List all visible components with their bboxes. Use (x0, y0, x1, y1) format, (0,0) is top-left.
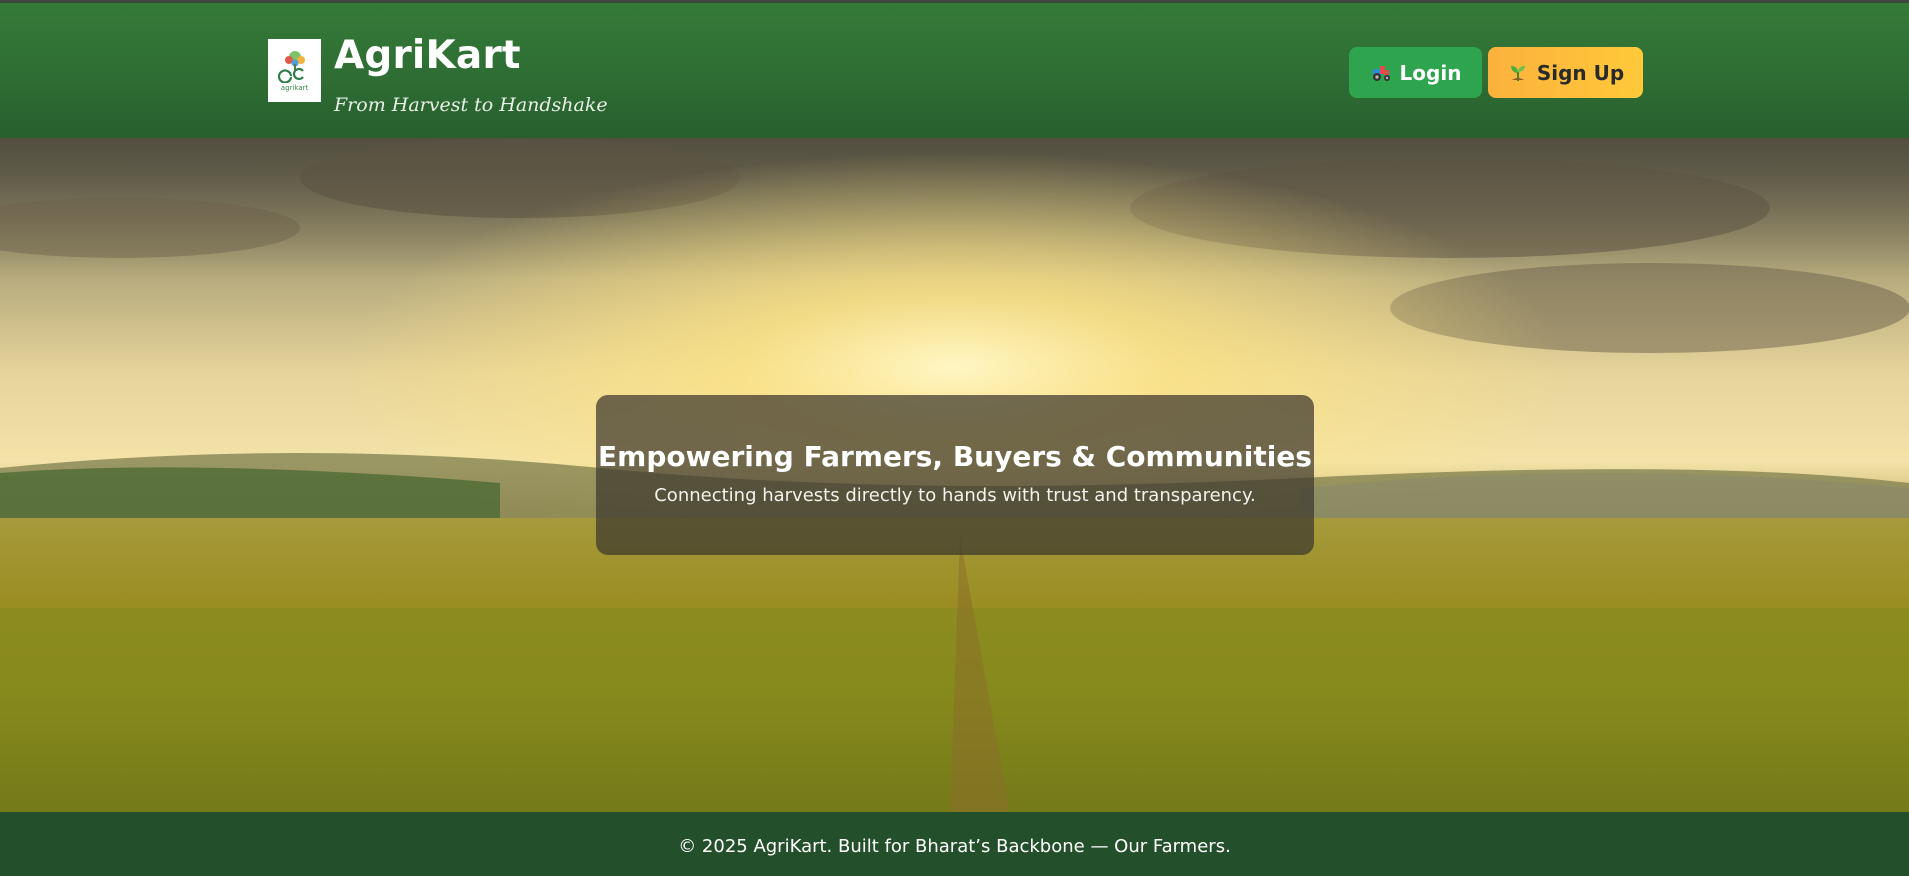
tree-logo-icon (277, 51, 305, 83)
tractor-icon (1372, 65, 1390, 81)
site-footer: © 2025 AgriKart. Built for Bharat’s Back… (0, 812, 1909, 876)
logo-wordmark: agrikart (280, 84, 309, 92)
hero-subtitle: Connecting harvests directly to hands wi… (654, 485, 1256, 506)
hero-title: Empowering Farmers, Buyers & Communities (598, 440, 1312, 473)
brand-logo[interactable]: agrikart (268, 39, 321, 102)
signup-label: Sign Up (1536, 60, 1625, 85)
login-button[interactable]: Login (1349, 47, 1482, 98)
login-label: Login (1399, 60, 1462, 85)
site-header: agrikart AgriKart From Harvest to Handsh… (0, 0, 1909, 138)
hero-section: Empowering Farmers, Buyers & Communities… (0, 138, 1909, 812)
seedling-icon (1510, 65, 1525, 81)
brand-tagline: From Harvest to Handshake (334, 94, 608, 116)
brand-name[interactable]: AgriKart (334, 33, 521, 78)
signup-button[interactable]: Sign Up (1488, 47, 1643, 98)
hero-card: Empowering Farmers, Buyers & Communities… (596, 395, 1314, 555)
footer-copyright: © 2025 AgriKart. Built for Bharat’s Back… (678, 835, 1231, 857)
